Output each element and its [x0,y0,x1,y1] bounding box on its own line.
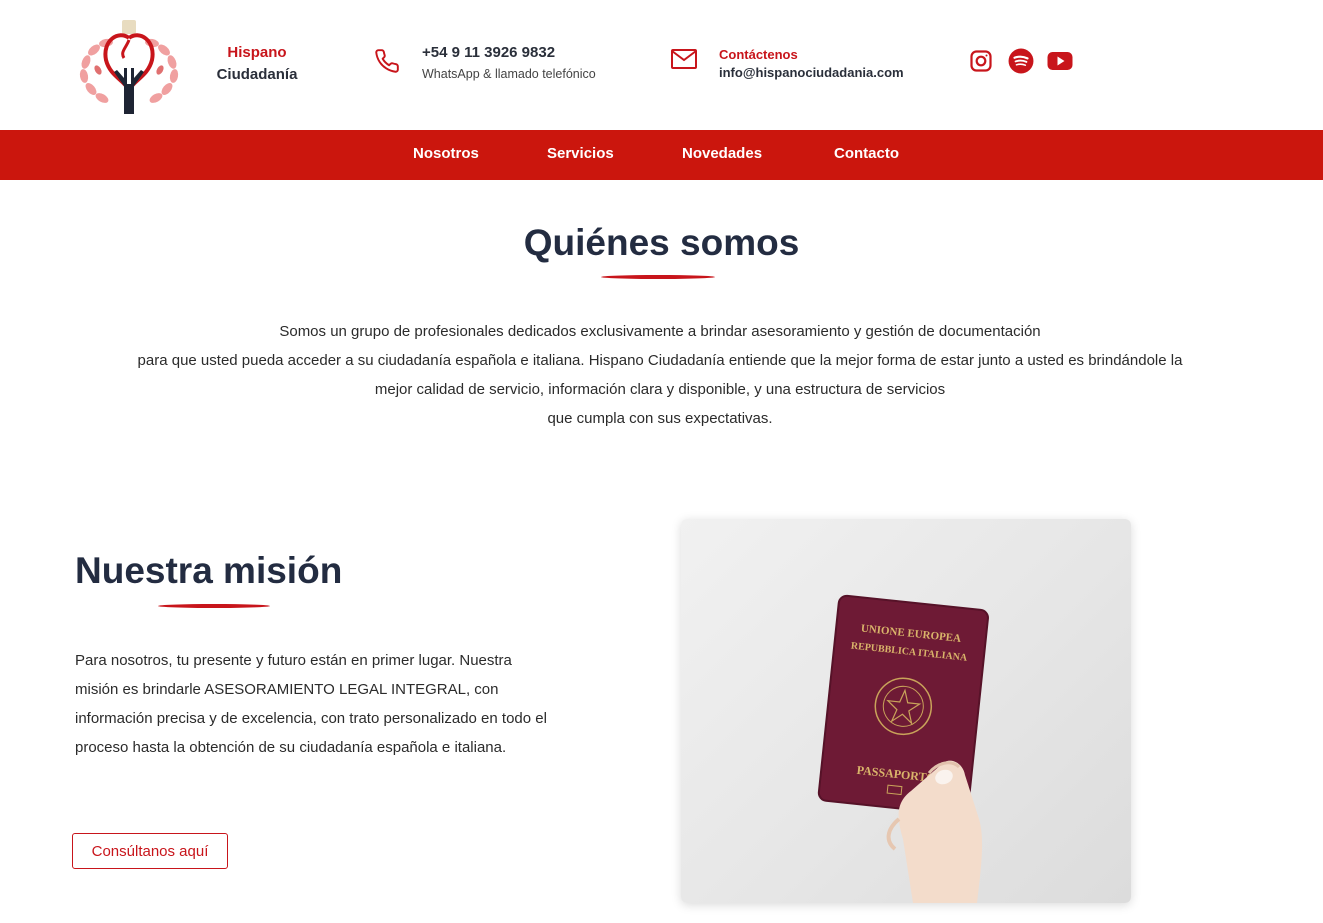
about-line: Somos un grupo de profesionales dedicado… [279,323,1041,340]
youtube-icon[interactable] [1047,48,1073,74]
passport-photo: UNIONE EUROPEA REPUBBLICA ITALIANA PASSA… [681,519,1131,903]
brand-line-2: Ciudadanía [216,66,298,83]
about-title: Quiénes somos [523,222,800,263]
mission-title-underline [158,604,270,608]
about-line: que cumpla con sus expectativas. [547,410,773,427]
mission-title: Nuestra misión [75,550,343,591]
main-nav: Nosotros Servicios Novedades Contacto [0,130,1323,180]
brand-line-1: Hispano [227,44,287,61]
site-header: Hispano Ciudadanía +54 9 11 3926 9832 Wh… [0,0,1323,130]
phone-number[interactable]: +54 9 11 3926 9832 [422,44,555,61]
brand-name[interactable]: Hispano Ciudadanía [198,42,316,86]
spotify-icon[interactable] [1008,48,1034,74]
phone-subtitle: WhatsApp & llamado telefónico [422,67,596,81]
phone-icon [374,48,400,74]
about-line: para que usted pueda acceder a su ciudad… [137,352,1183,369]
nav-novedades[interactable]: Novedades [682,145,762,162]
mission-text: Para nosotros, tu presente y futuro está… [75,652,547,756]
instagram-icon[interactable] [968,48,994,74]
email-address[interactable]: info@hispanociudadania.com [719,65,904,80]
about-title-underline [601,275,715,279]
consult-button[interactable]: Consúltanos aquí [72,833,228,869]
contact-title: Contáctenos [719,47,798,62]
logo[interactable] [74,18,184,118]
nav-contacto[interactable]: Contacto [834,145,899,162]
nav-servicios[interactable]: Servicios [547,145,614,162]
about-text: Somos un grupo de profesionales dedicado… [80,317,1240,433]
nav-nosotros[interactable]: Nosotros [413,145,479,162]
mail-icon [670,48,698,70]
about-line: mejor calidad de servicio, información c… [374,381,946,398]
